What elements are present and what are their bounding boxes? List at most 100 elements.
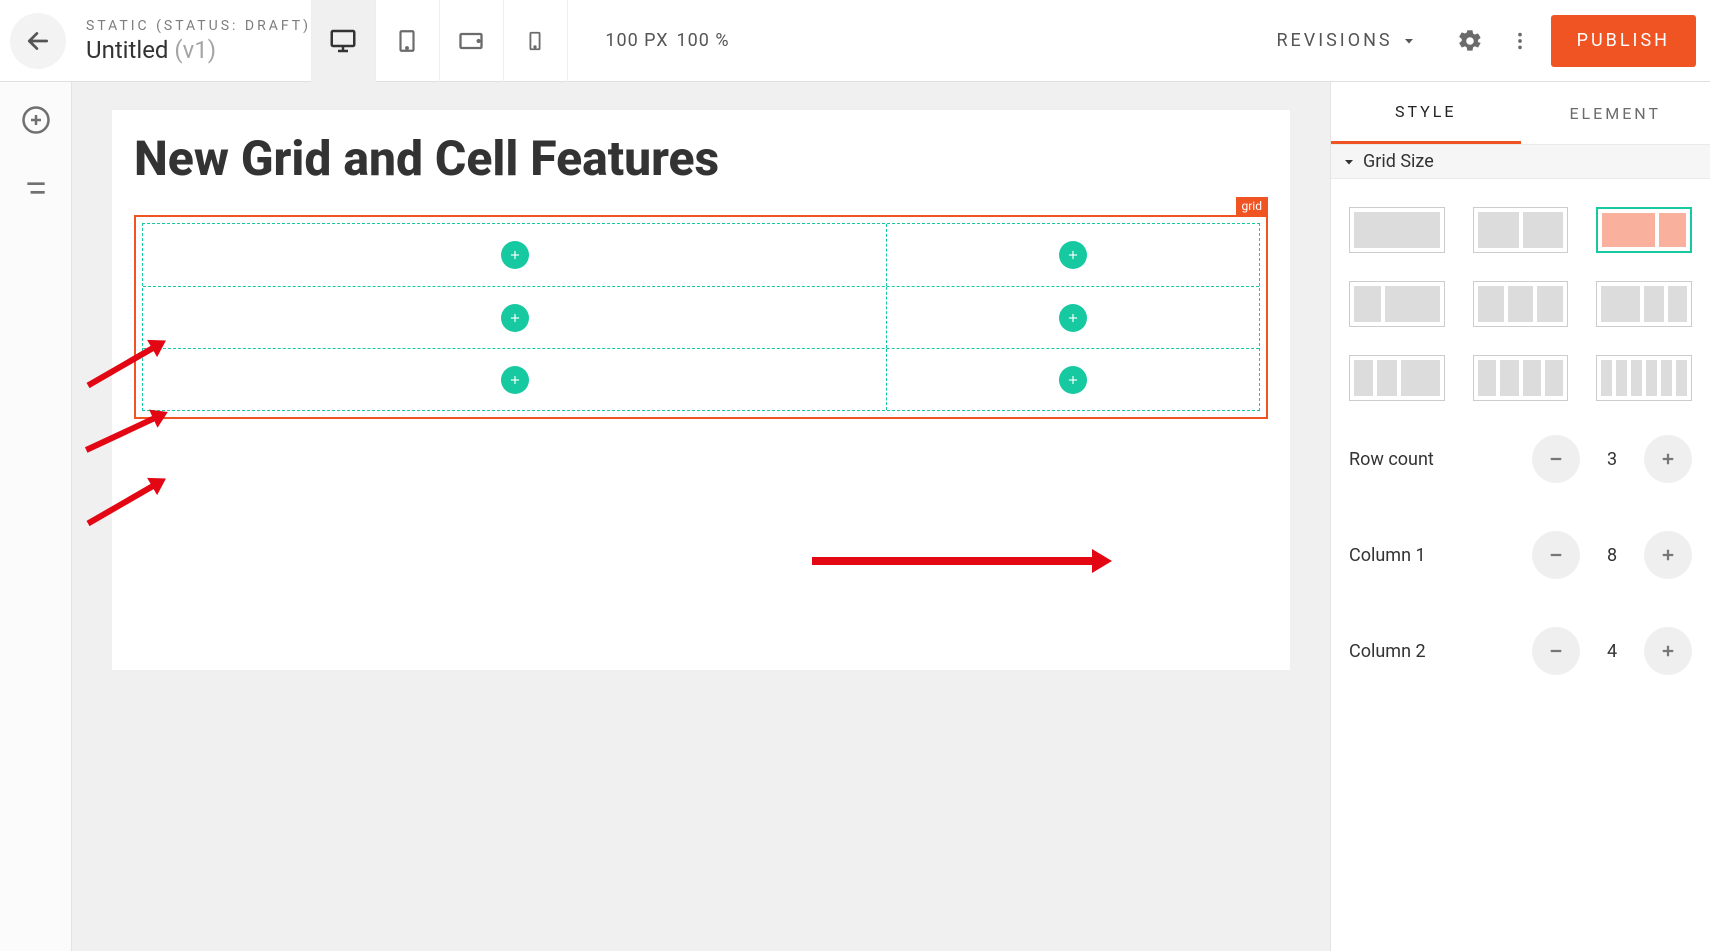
plus-icon bbox=[508, 248, 522, 262]
document-title-block: STATIC (STATUS: DRAFT) Untitled (v1) bbox=[80, 18, 311, 64]
column1-value[interactable]: 8 bbox=[1594, 545, 1630, 566]
column2-label: Column 2 bbox=[1349, 641, 1426, 662]
row-count-label: Row count bbox=[1349, 449, 1434, 470]
grid-cell[interactable] bbox=[887, 224, 1259, 286]
panel-tabs: STYLE ELEMENT bbox=[1331, 82, 1710, 144]
grid-element[interactable]: grid bbox=[134, 215, 1268, 419]
app-body: New Grid and Cell Features grid bbox=[0, 82, 1710, 951]
plus-icon bbox=[508, 311, 522, 325]
arrow-left-icon bbox=[25, 28, 51, 54]
row-count-decrease-button[interactable] bbox=[1532, 435, 1580, 483]
zoom-indicator[interactable]: 100 PX 100 % bbox=[567, 0, 767, 82]
add-cell-button[interactable] bbox=[501, 241, 529, 269]
column2-decrease-button[interactable] bbox=[1532, 627, 1580, 675]
grid-preset-2col-wide-left[interactable] bbox=[1596, 207, 1692, 253]
caret-down-icon bbox=[1403, 35, 1415, 47]
column1-stepper: Column 1 8 bbox=[1331, 507, 1710, 603]
column2-value[interactable]: 4 bbox=[1594, 641, 1630, 662]
minus-icon bbox=[1547, 450, 1565, 468]
plus-circle-icon bbox=[21, 105, 51, 135]
grid-cell[interactable] bbox=[143, 349, 887, 410]
inspector-panel: STYLE ELEMENT Grid Size Row count bbox=[1330, 82, 1710, 951]
add-cell-button[interactable] bbox=[1059, 241, 1087, 269]
more-button[interactable] bbox=[1495, 0, 1545, 82]
column2-stepper: Column 2 4 bbox=[1331, 603, 1710, 699]
plus-icon bbox=[1659, 642, 1677, 660]
device-tablet-portrait-button[interactable] bbox=[375, 0, 439, 82]
top-bar: STATIC (STATUS: DRAFT) Untitled (v1) 100… bbox=[0, 0, 1710, 82]
publish-button[interactable]: PUBLISH bbox=[1551, 15, 1696, 67]
status-line: STATIC (STATUS: DRAFT) bbox=[86, 18, 311, 34]
add-cell-button[interactable] bbox=[1059, 366, 1087, 394]
section-title: Grid Size bbox=[1363, 151, 1434, 172]
gear-icon bbox=[1457, 28, 1483, 54]
revisions-label: REVISIONS bbox=[1276, 30, 1392, 51]
outline-button[interactable] bbox=[20, 172, 52, 204]
minus-icon bbox=[1547, 642, 1565, 660]
grid-preset-3col-wide-left[interactable] bbox=[1596, 281, 1692, 327]
page-heading[interactable]: New Grid and Cell Features bbox=[134, 130, 1268, 187]
grid-preset-2col-wide-right[interactable] bbox=[1349, 281, 1445, 327]
add-element-button[interactable] bbox=[20, 104, 52, 136]
plus-icon bbox=[508, 373, 522, 387]
zoom-px: 100 PX bbox=[605, 30, 668, 51]
more-vertical-icon bbox=[1509, 30, 1531, 52]
doc-version: (v1) bbox=[174, 36, 216, 64]
grid-row[interactable] bbox=[143, 348, 1259, 410]
grid-cell[interactable] bbox=[887, 349, 1259, 410]
grid-preset-3col-wide-right[interactable] bbox=[1349, 355, 1445, 401]
mobile-icon bbox=[524, 30, 546, 52]
caret-down-icon bbox=[1343, 156, 1355, 168]
grid-inner bbox=[142, 223, 1260, 411]
desktop-icon bbox=[328, 26, 358, 56]
settings-button[interactable] bbox=[1445, 0, 1495, 82]
section-grid-size[interactable]: Grid Size bbox=[1331, 144, 1710, 179]
grid-row[interactable] bbox=[143, 286, 1259, 348]
doc-name: Untitled bbox=[86, 36, 168, 64]
annotation-arrow-icon bbox=[812, 552, 1112, 570]
row-count-value[interactable]: 3 bbox=[1594, 449, 1630, 470]
grid-cell[interactable] bbox=[143, 224, 887, 286]
minus-icon bbox=[1547, 546, 1565, 564]
grid-preset-2col-equal[interactable] bbox=[1473, 207, 1569, 253]
tab-element[interactable]: ELEMENT bbox=[1521, 82, 1710, 144]
device-switcher bbox=[311, 0, 567, 82]
tab-style[interactable]: STYLE bbox=[1331, 82, 1521, 144]
add-cell-button[interactable] bbox=[1059, 304, 1087, 332]
row-count-stepper: Row count 3 bbox=[1331, 411, 1710, 507]
device-desktop-button[interactable] bbox=[311, 0, 375, 82]
doc-title[interactable]: Untitled (v1) bbox=[86, 36, 311, 64]
grid-cell[interactable] bbox=[887, 287, 1259, 348]
row-count-increase-button[interactable] bbox=[1644, 435, 1692, 483]
plus-icon bbox=[1659, 546, 1677, 564]
grid-row[interactable] bbox=[143, 224, 1259, 286]
tablet-portrait-icon bbox=[394, 28, 420, 54]
left-rail bbox=[0, 82, 72, 951]
column1-label: Column 1 bbox=[1349, 545, 1426, 566]
publish-label: PUBLISH bbox=[1577, 30, 1670, 51]
grid-preset-3col[interactable] bbox=[1473, 281, 1569, 327]
column1-decrease-button[interactable] bbox=[1532, 531, 1580, 579]
add-cell-button[interactable] bbox=[501, 366, 529, 394]
device-tablet-landscape-button[interactable] bbox=[439, 0, 503, 82]
plus-icon bbox=[1659, 450, 1677, 468]
zoom-pct: 100 % bbox=[677, 30, 730, 51]
plus-icon bbox=[1066, 248, 1080, 262]
back-button[interactable] bbox=[10, 13, 66, 69]
plus-icon bbox=[1066, 311, 1080, 325]
add-cell-button[interactable] bbox=[501, 304, 529, 332]
tablet-landscape-icon bbox=[457, 27, 485, 55]
grid-preset-6col[interactable] bbox=[1596, 355, 1692, 401]
column2-increase-button[interactable] bbox=[1644, 627, 1692, 675]
grid-preset-list bbox=[1331, 179, 1710, 411]
column1-increase-button[interactable] bbox=[1644, 531, 1692, 579]
canvas[interactable]: New Grid and Cell Features grid bbox=[72, 82, 1330, 951]
page[interactable]: New Grid and Cell Features grid bbox=[112, 110, 1290, 670]
outline-icon bbox=[23, 175, 49, 201]
revisions-dropdown[interactable]: REVISIONS bbox=[1246, 0, 1444, 82]
grid-preset-1col[interactable] bbox=[1349, 207, 1445, 253]
plus-icon bbox=[1066, 373, 1080, 387]
device-mobile-button[interactable] bbox=[503, 0, 567, 82]
grid-cell[interactable] bbox=[143, 287, 887, 348]
grid-preset-4col[interactable] bbox=[1473, 355, 1569, 401]
